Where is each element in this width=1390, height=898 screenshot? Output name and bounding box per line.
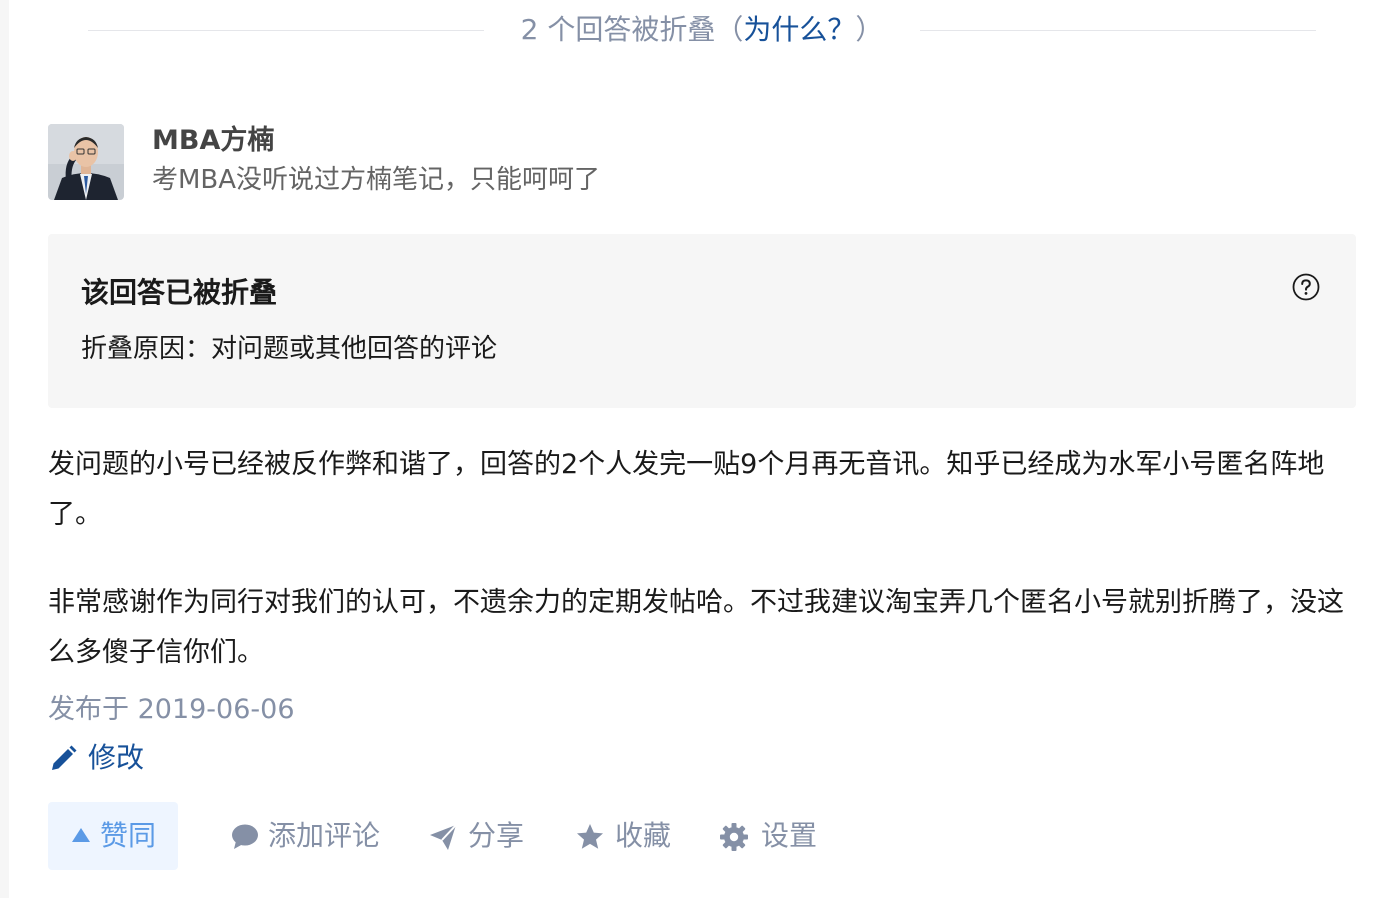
collapsed-count-text: 2 个回答被折叠（ xyxy=(520,13,744,46)
action-bar: 赞同 添加评论 分享 收藏 设置 xyxy=(48,802,1348,870)
answer-paragraph: 非常感谢作为同行对我们的认可，不遗余力的定期发帖哈。不过我建议淘宝弄几个匿名小号… xyxy=(48,587,1344,668)
share-label: 分享 xyxy=(468,819,525,852)
answer-paragraph: 发问题的小号已经被反作弊和谐了，回答的2个人发完一贴9个月再无音讯。知乎已经成为… xyxy=(48,449,1325,530)
collapsed-answers-divider: 2 个回答被折叠（为什么？） xyxy=(88,10,1316,50)
fold-notice-title: 该回答已被折叠 xyxy=(81,276,278,309)
collapsed-close-paren: ） xyxy=(855,13,884,46)
avatar-image xyxy=(48,124,124,200)
add-comment-label: 添加评论 xyxy=(268,819,381,852)
collect-label: 收藏 xyxy=(615,819,672,852)
left-border-strip xyxy=(0,0,9,898)
gear-icon xyxy=(720,823,748,851)
star-icon xyxy=(577,824,603,849)
fold-notice-reason: 折叠原因：对问题或其他回答的评论 xyxy=(81,334,498,364)
divider-line-left xyxy=(88,30,484,31)
share-button[interactable]: 分享 xyxy=(428,802,528,870)
collect-button[interactable]: 收藏 xyxy=(575,802,675,870)
fold-notice: 该回答已被折叠 折叠原因：对问题或其他回答的评论 xyxy=(48,234,1356,408)
author-info: MBA方楠 考MBA没听说过方楠笔记，只能呵呵了 xyxy=(48,124,1348,202)
divider-line-right xyxy=(920,30,1316,31)
answer-content: 发问题的小号已经被反作弊和谐了，回答的2个人发完一贴9个月再无音讯。知乎已经成为… xyxy=(48,440,1358,678)
author-name[interactable]: MBA方楠 xyxy=(152,124,274,158)
collapsed-answers-label: 2 个回答被折叠（为什么？） xyxy=(484,10,920,50)
help-circle-icon[interactable] xyxy=(1292,273,1320,301)
upvote-button[interactable]: 赞同 xyxy=(48,802,178,870)
comment-bubble-icon xyxy=(232,824,258,849)
paper-plane-icon xyxy=(430,824,457,850)
why-collapsed-link[interactable]: 为什么？ xyxy=(743,13,855,46)
settings-button[interactable]: 设置 xyxy=(719,802,819,870)
pencil-icon xyxy=(52,745,77,770)
avatar[interactable] xyxy=(48,124,124,200)
add-comment-button[interactable]: 添加评论 xyxy=(230,802,380,870)
publish-time[interactable]: 发布于 2019-06-06 xyxy=(48,690,295,730)
author-bio: 考MBA没听说过方楠笔记，只能呵呵了 xyxy=(152,165,601,195)
settings-label: 设置 xyxy=(761,819,818,852)
upvote-label: 赞同 xyxy=(100,819,157,852)
edit-label: 修改 xyxy=(88,741,145,774)
triangle-up-icon xyxy=(72,828,90,842)
